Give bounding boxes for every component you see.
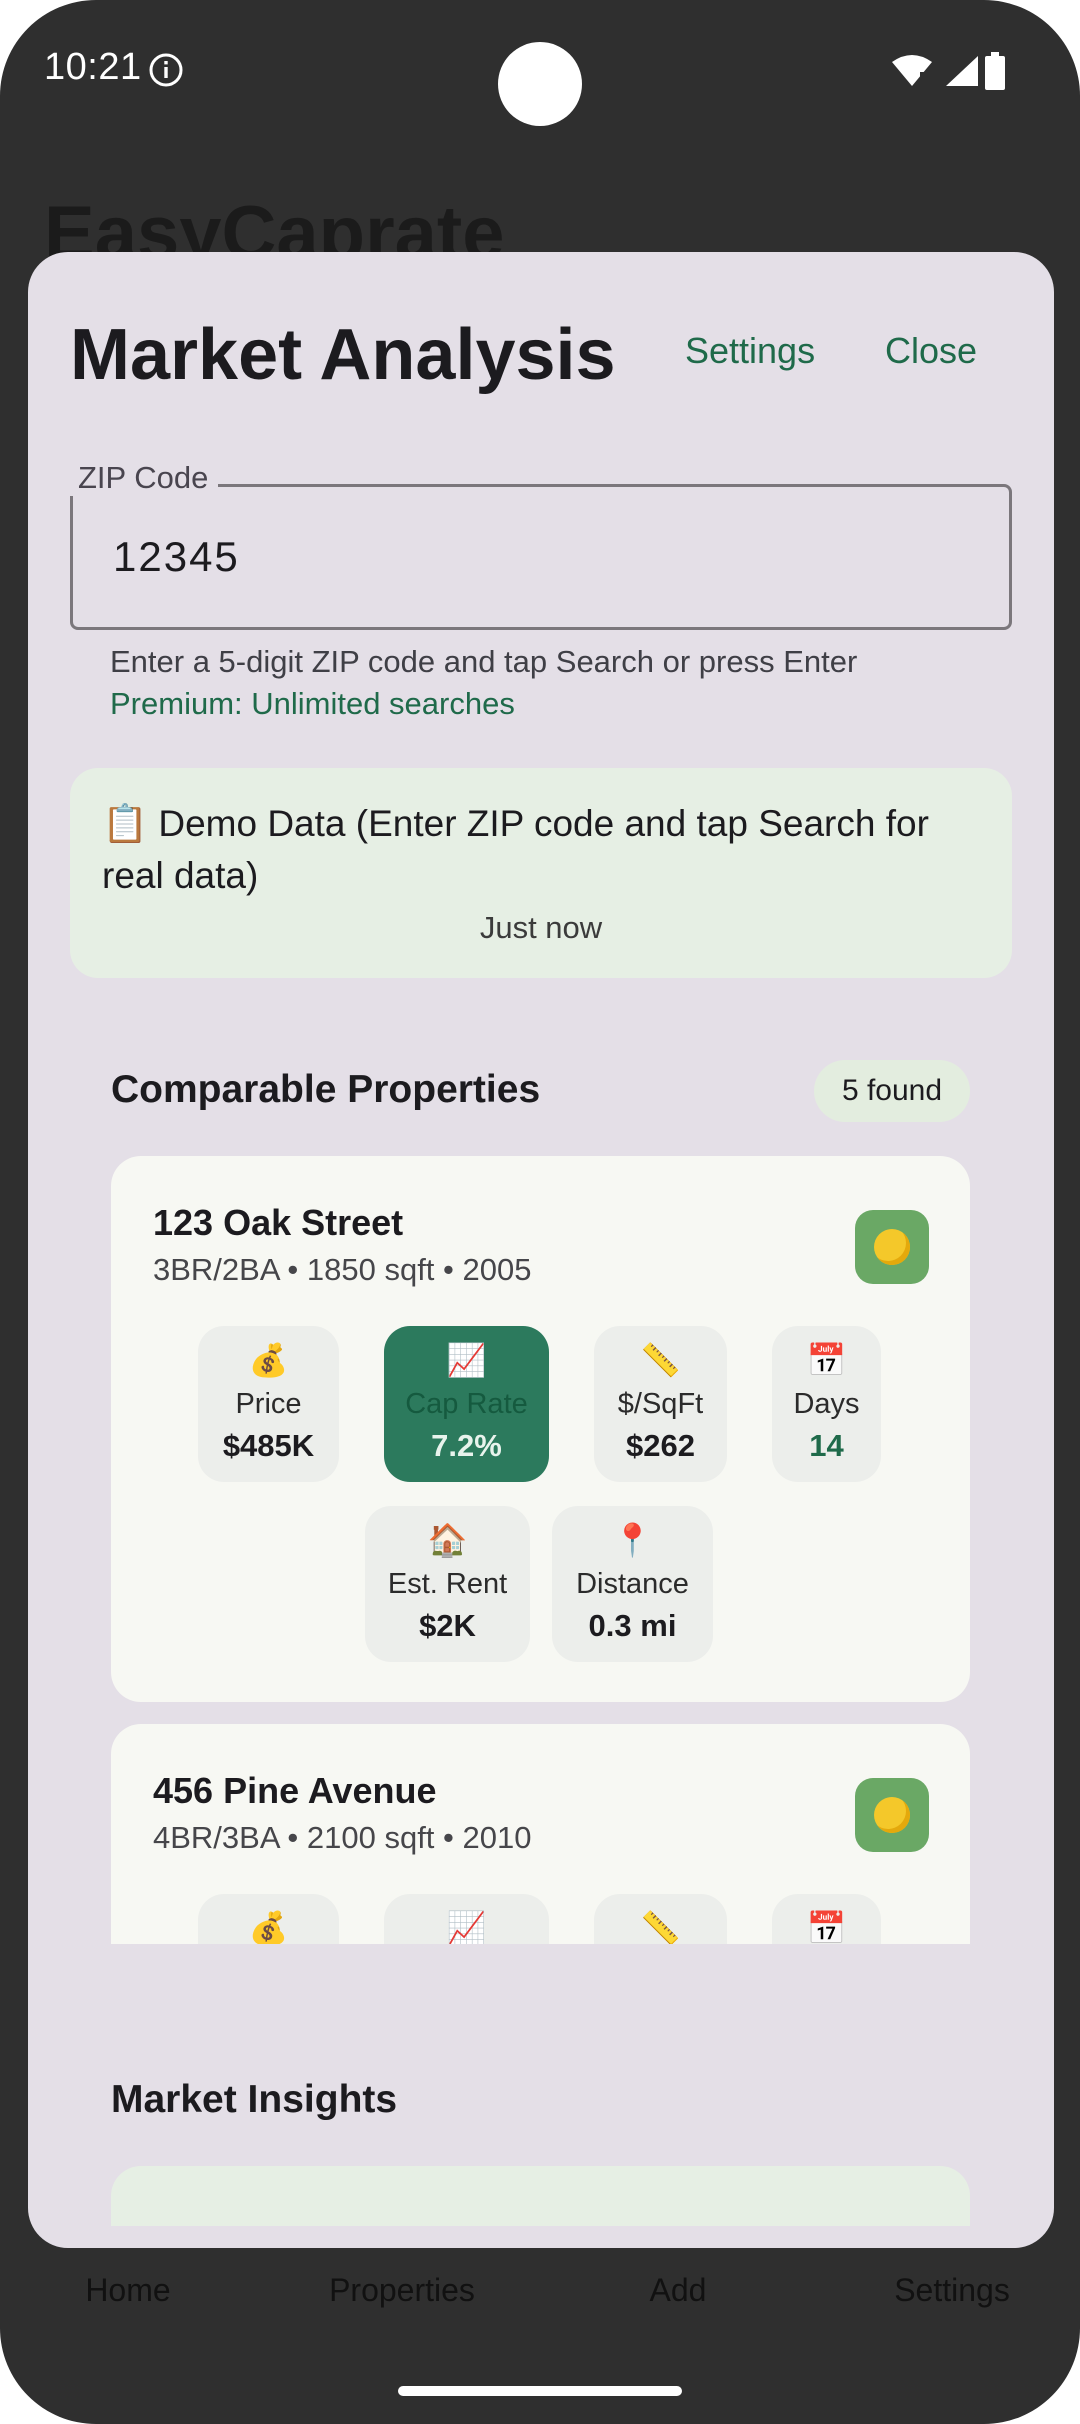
property-details: 3BR/2BA • 1850 sqft • 2005 bbox=[153, 1252, 532, 1287]
metric-value: $2K bbox=[419, 1608, 476, 1643]
yellow-circle-icon bbox=[874, 1797, 910, 1833]
metric-price-per-sqft: 📏 bbox=[594, 1894, 727, 1944]
metric-price-per-sqft: 📏 $/SqFt $262 bbox=[594, 1326, 727, 1482]
property-address: 456 Pine Avenue bbox=[153, 1770, 437, 1811]
wifi-icon bbox=[892, 55, 932, 87]
property-address: 123 Oak Street bbox=[153, 1202, 404, 1243]
camera-cutout bbox=[498, 42, 582, 126]
gesture-handle[interactable] bbox=[398, 2386, 682, 2396]
comparables-list[interactable]: 123 Oak Street 3BR/2BA • 1850 sqft • 200… bbox=[111, 1156, 970, 1944]
metric-cap-rate: 📈 bbox=[384, 1894, 549, 1944]
dialog-title: Market Analysis bbox=[70, 315, 616, 395]
metric-value: 7.2% bbox=[431, 1428, 502, 1463]
info-icon bbox=[149, 53, 183, 87]
money-bag-icon: 💰 bbox=[248, 1342, 289, 1378]
property-details: 4BR/3BA • 2100 sqft • 2010 bbox=[153, 1820, 532, 1855]
status-time: 10:21 bbox=[44, 46, 142, 88]
status-bar: 10:21 bbox=[0, 0, 1080, 140]
comparable-properties-heading: Comparable Properties bbox=[111, 1068, 541, 1111]
last-updated-time: Just now bbox=[479, 910, 603, 945]
zip-code-input[interactable] bbox=[113, 529, 973, 585]
ruler-icon: 📏 bbox=[640, 1910, 681, 1944]
zip-code-label: ZIP Code bbox=[68, 460, 219, 496]
status-indicator bbox=[855, 1210, 929, 1284]
chart-increasing-icon: 📈 bbox=[446, 1910, 487, 1944]
metric-value: 0.3 mi bbox=[588, 1608, 677, 1643]
demo-data-banner: 📋 Demo Data (Enter ZIP code and tap Sear… bbox=[70, 768, 1012, 978]
premium-status-text: Premium: Unlimited searches bbox=[110, 686, 515, 721]
property-card[interactable]: 123 Oak Street 3BR/2BA • 1850 sqft • 200… bbox=[111, 1156, 970, 1702]
nav-properties[interactable]: Properties bbox=[329, 2272, 475, 2309]
status-indicator bbox=[855, 1778, 929, 1852]
metric-label: Est. Rent bbox=[387, 1568, 508, 1600]
metric-est-rent: 🏠 Est. Rent $2K bbox=[365, 1506, 530, 1662]
zip-code-field[interactable] bbox=[70, 484, 1012, 630]
found-count-badge: 5 found bbox=[814, 1060, 970, 1122]
chart-increasing-icon: 📈 bbox=[446, 1342, 487, 1378]
metric-price: 💰 Price $485K bbox=[198, 1326, 339, 1482]
market-insights-heading: Market Insights bbox=[111, 2078, 398, 2121]
zip-helper-text: Enter a 5-digit ZIP code and tap Search … bbox=[110, 644, 858, 679]
location-pin-icon: 📍 bbox=[612, 1522, 653, 1558]
calendar-icon: 📅 bbox=[806, 1910, 847, 1944]
metric-label: $/SqFt bbox=[617, 1388, 704, 1420]
settings-button[interactable]: Settings bbox=[685, 330, 815, 372]
metric-label: Cap Rate bbox=[405, 1388, 528, 1420]
close-button[interactable]: Close bbox=[885, 330, 977, 372]
nav-add[interactable]: Add bbox=[650, 2272, 707, 2309]
metric-label: Distance bbox=[576, 1568, 689, 1600]
metric-price: 💰 bbox=[198, 1894, 339, 1944]
metric-distance: 📍 Distance 0.3 mi bbox=[552, 1506, 713, 1662]
battery-icon bbox=[985, 52, 1005, 90]
metric-value: $485K bbox=[222, 1428, 315, 1463]
nav-home[interactable]: Home bbox=[85, 2272, 170, 2309]
phone-screen: 10:21 EasyCaprate Market Analysis Settin… bbox=[0, 0, 1080, 2424]
house-icon: 🏠 bbox=[427, 1522, 468, 1558]
metric-label: Price bbox=[235, 1388, 302, 1420]
demo-data-text: 📋 Demo Data (Enter ZIP code and tap Sear… bbox=[102, 803, 929, 896]
signal-icon bbox=[946, 56, 978, 86]
ruler-icon: 📏 bbox=[640, 1342, 681, 1378]
metric-cap-rate: 📈 Cap Rate 7.2% bbox=[384, 1326, 549, 1482]
metric-value: $262 bbox=[626, 1428, 695, 1463]
yellow-circle-icon bbox=[874, 1229, 910, 1265]
property-card[interactable]: 456 Pine Avenue 4BR/3BA • 2100 sqft • 20… bbox=[111, 1724, 970, 1944]
metric-value: 14 bbox=[809, 1428, 844, 1463]
money-bag-icon: 💰 bbox=[248, 1910, 289, 1944]
metric-days: 📅 bbox=[772, 1894, 881, 1944]
bottom-navigation: Home Properties Add Settings bbox=[0, 2250, 1080, 2340]
metric-days: 📅 Days 14 bbox=[772, 1326, 881, 1482]
calendar-icon: 📅 bbox=[806, 1342, 847, 1378]
market-insights-card bbox=[111, 2166, 970, 2226]
market-analysis-dialog: Market Analysis Settings Close ZIP Code … bbox=[28, 252, 1054, 2248]
metric-label: Days bbox=[793, 1388, 860, 1420]
nav-settings[interactable]: Settings bbox=[894, 2272, 1010, 2309]
